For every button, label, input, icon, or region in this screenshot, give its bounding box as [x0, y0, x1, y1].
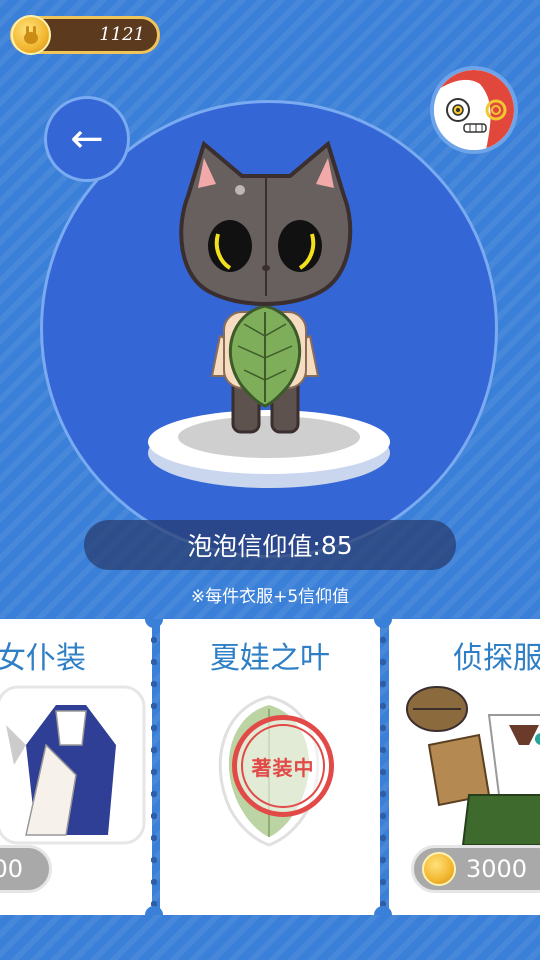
coin-amount: 1121 — [99, 24, 145, 45]
price-value: 3000 — [466, 855, 528, 883]
maid-outfit-icon — [0, 685, 146, 845]
outfit-title: 女仆装 — [0, 641, 86, 676]
faith-label: 泡泡信仰值: — [187, 532, 321, 561]
faith-value: 85 — [320, 530, 353, 560]
bottom-background — [0, 915, 540, 960]
outfit-title: 侦探服 — [453, 641, 540, 676]
price-pill[interactable]: 3000 — [411, 845, 540, 893]
mascot-avatar-icon — [434, 70, 514, 150]
coin-icon — [11, 15, 51, 55]
outfit-card-detective[interactable]: 侦探服 3000 — [389, 619, 540, 915]
mascot-avatar-button[interactable] — [430, 66, 518, 154]
outfit-title: 夏娃之叶 — [210, 641, 330, 676]
detective-outfit-icon — [406, 686, 540, 845]
card-divider — [151, 619, 157, 915]
outfit-carousel[interactable]: 女仆装 2500 夏娃之叶 著装中 侦探服 — [0, 619, 540, 915]
outfit-card-eve-leaf[interactable]: 夏娃之叶 著装中 — [160, 619, 380, 915]
price-pill[interactable]: 2500 — [0, 845, 52, 893]
coin-balance: 1121 — [10, 15, 160, 55]
rabbit-coin-icon — [24, 26, 38, 44]
arrow-left-icon: ← — [70, 116, 104, 162]
price-value: 2500 — [0, 855, 23, 883]
outfit-card-maid[interactable]: 女仆装 2500 — [0, 619, 152, 915]
faith-meter: 泡泡信仰值: 85 — [84, 520, 456, 570]
coin-icon — [422, 852, 456, 886]
equipped-stamp: 著装中 — [232, 715, 334, 817]
faith-note: ※每件衣服+5信仰值 — [190, 587, 350, 607]
cat-character[interactable] — [160, 136, 370, 446]
card-divider — [380, 619, 386, 915]
equipped-label: 著装中 — [241, 724, 325, 808]
back-button[interactable]: ← — [44, 96, 130, 182]
